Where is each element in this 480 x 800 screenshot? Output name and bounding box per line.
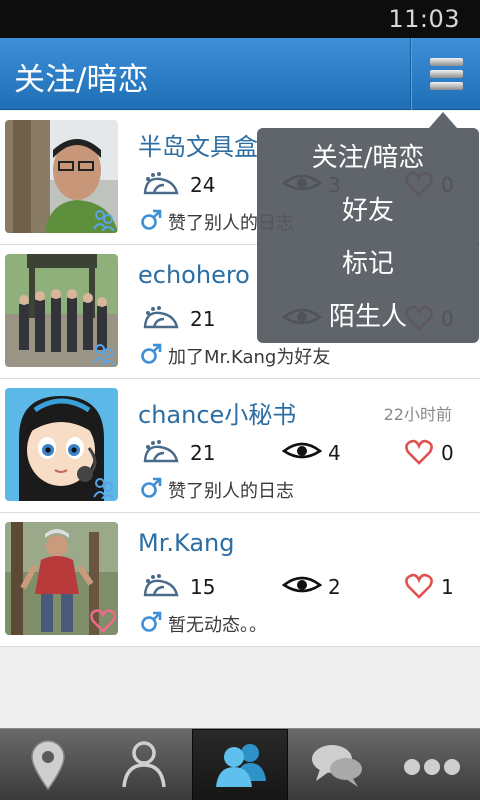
tab-location[interactable] bbox=[0, 729, 96, 800]
location-pin-icon bbox=[31, 740, 65, 791]
eye-icon bbox=[281, 576, 323, 593]
avatar bbox=[5, 522, 118, 635]
footprint-count: 21 bbox=[190, 441, 216, 465]
page-title: 关注/暗恋 bbox=[14, 62, 149, 98]
dropdown-arrow bbox=[429, 112, 457, 128]
menu-button[interactable] bbox=[410, 38, 480, 110]
footprint-icon bbox=[143, 440, 179, 463]
activity-line: 赞了别人的日志 bbox=[140, 209, 294, 234]
tab-profile[interactable] bbox=[96, 729, 192, 800]
heart-badge-icon bbox=[90, 609, 116, 633]
tab-contacts[interactable] bbox=[192, 729, 288, 800]
like-stat: 0 bbox=[405, 439, 454, 469]
heart-icon bbox=[405, 573, 433, 599]
activity-line: 赞了别人的日志 bbox=[140, 477, 294, 502]
contacts-icon bbox=[216, 744, 266, 787]
footprint-count: 24 bbox=[190, 173, 216, 197]
activity-line: 加了Mr.Kang为好友 bbox=[140, 343, 330, 368]
couple-badge-icon bbox=[93, 210, 115, 231]
footprint-stat: 21 bbox=[142, 439, 215, 469]
contact-name: echohero bbox=[138, 261, 250, 289]
activity-text: 赞了别人的日志 bbox=[168, 481, 294, 502]
menu-item-follow[interactable]: 关注/暗恋 bbox=[257, 132, 479, 185]
eye-icon bbox=[281, 442, 323, 459]
contact-name: chance小秘书 bbox=[138, 401, 297, 429]
tab-messages[interactable] bbox=[288, 729, 384, 800]
filter-dropdown-menu: 关注/暗恋 好友 标记 陌生人 bbox=[257, 112, 479, 344]
like-count: 1 bbox=[441, 575, 454, 599]
like-count: 0 bbox=[441, 441, 454, 465]
bottom-tab-bar bbox=[0, 728, 480, 800]
view-stat: 4 bbox=[281, 439, 341, 469]
status-time: 11:03 bbox=[388, 5, 460, 33]
status-bar: 11:03 bbox=[0, 0, 480, 38]
male-icon bbox=[141, 209, 162, 230]
view-count: 4 bbox=[328, 441, 341, 465]
footprint-stat: 24 bbox=[142, 171, 215, 201]
footprint-count: 21 bbox=[190, 307, 216, 331]
contact-name: Mr.Kang bbox=[138, 529, 235, 557]
couple-badge-icon bbox=[93, 478, 115, 499]
activity-line: 暂无动态。。 bbox=[140, 611, 267, 636]
contact-name: 半岛文具盒 bbox=[138, 133, 258, 161]
view-count: 2 bbox=[328, 575, 341, 599]
like-stat: 1 bbox=[405, 573, 454, 603]
activity-text: 暂无动态。。 bbox=[168, 615, 267, 636]
male-icon bbox=[141, 343, 162, 364]
footprint-count: 15 bbox=[190, 575, 216, 599]
footprint-icon bbox=[143, 306, 179, 329]
heart-icon bbox=[405, 439, 433, 465]
footprint-icon bbox=[143, 574, 179, 597]
menu-item-marked[interactable]: 标记 bbox=[257, 238, 479, 291]
menu-item-friends[interactable]: 好友 bbox=[257, 185, 479, 238]
footprint-stat: 21 bbox=[142, 305, 215, 335]
activity-text: 加了Mr.Kang为好友 bbox=[168, 347, 331, 368]
avatar bbox=[5, 120, 118, 233]
more-dots-icon bbox=[404, 759, 460, 775]
list-item[interactable]: chance小秘书 22小时前 21 4 0 赞了别人的日志 bbox=[0, 379, 480, 513]
male-icon bbox=[141, 477, 162, 498]
title-bar: 关注/暗恋 bbox=[0, 38, 480, 110]
footprint-icon bbox=[143, 172, 179, 195]
chat-bubbles-icon bbox=[312, 745, 362, 787]
avatar bbox=[5, 388, 118, 501]
tab-more[interactable] bbox=[384, 729, 480, 800]
list-item[interactable]: Mr.Kang 15 2 1 暂无动态。。 bbox=[0, 513, 480, 647]
view-stat: 2 bbox=[281, 573, 341, 603]
couple-badge-icon bbox=[93, 344, 115, 365]
contact-time: 22小时前 bbox=[383, 405, 452, 424]
menu-item-strangers[interactable]: 陌生人 bbox=[257, 291, 479, 344]
avatar bbox=[5, 254, 118, 367]
footprint-stat: 15 bbox=[142, 573, 215, 603]
person-icon bbox=[122, 741, 166, 788]
male-icon bbox=[141, 611, 162, 632]
list-menu-icon bbox=[430, 58, 463, 90]
